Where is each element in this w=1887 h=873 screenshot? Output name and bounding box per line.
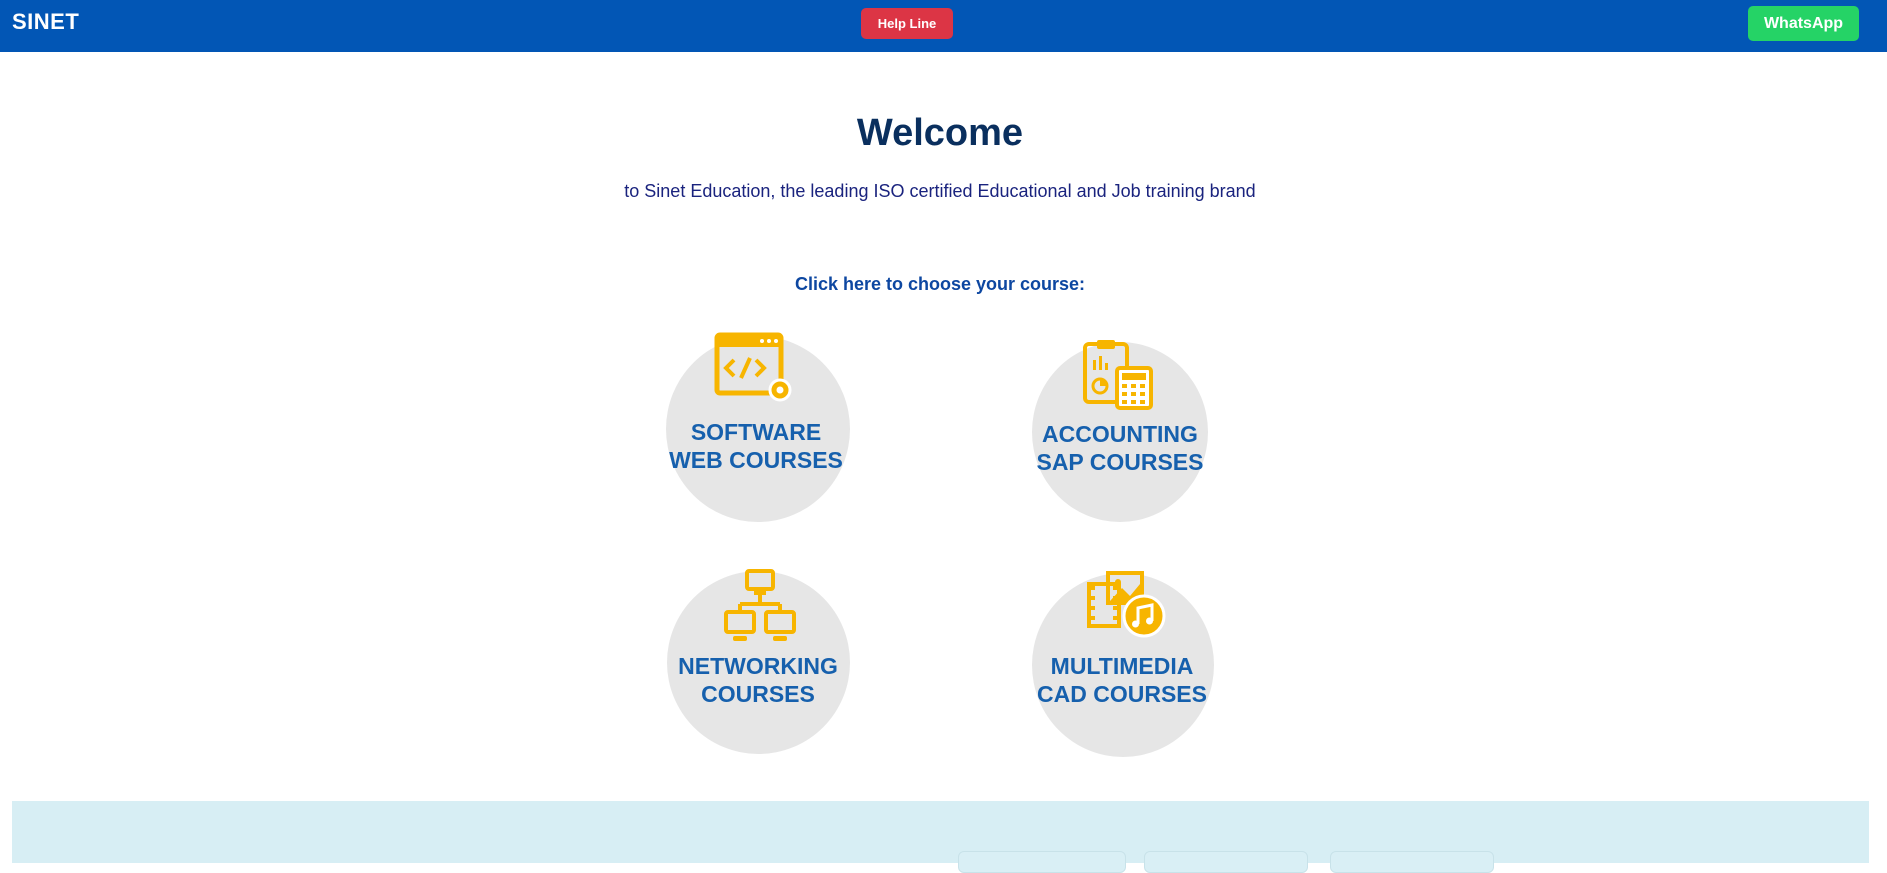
course-label: SOFTWARE WEB COURSES <box>662 418 850 474</box>
course-label-line2: WEB COURSES <box>669 447 843 473</box>
course-card-software-web[interactable]: SOFTWARE WEB COURSES <box>662 328 850 524</box>
top-navbar: SINET Help Line WhatsApp <box>0 0 1887 52</box>
course-label-line2: CAD COURSES <box>1037 681 1207 707</box>
course-card-multimedia-cad[interactable]: MULTIMEDIA CAD COURSES <box>1029 566 1215 758</box>
course-label-line1: ACCOUNTING <box>1042 421 1198 447</box>
help-line-button[interactable]: Help Line <box>861 8 953 39</box>
course-label-line1: NETWORKING <box>678 653 838 679</box>
course-label-line1: SOFTWARE <box>690 419 822 445</box>
whatsapp-button[interactable]: WhatsApp <box>1748 6 1859 41</box>
footer-card <box>1330 851 1494 873</box>
welcome-heading: Welcome <box>856 112 1024 154</box>
media-film-music-icon <box>1087 571 1166 638</box>
footer-card <box>1144 851 1308 873</box>
clipboard-calculator-icon <box>1083 340 1153 410</box>
course-label: MULTIMEDIA CAD COURSES <box>1029 652 1215 708</box>
footer-card <box>958 851 1126 873</box>
course-card-accounting-sap[interactable]: ACCOUNTING SAP COURSES <box>1029 332 1211 522</box>
welcome-tagline: to Sinet Education, the leading ISO cert… <box>624 181 1256 201</box>
choose-course-prompt: Click here to choose your course: <box>794 274 1086 294</box>
course-label: NETWORKING COURSES <box>664 652 852 708</box>
code-window-gear-icon <box>714 332 792 402</box>
course-label-line2: SAP COURSES <box>1036 449 1204 475</box>
course-label-line2: COURSES <box>701 681 815 707</box>
course-label: ACCOUNTING SAP COURSES <box>1029 420 1211 476</box>
course-label-line1: MULTIMEDIA <box>1050 653 1194 679</box>
course-card-networking[interactable]: NETWORKING COURSES <box>664 566 852 756</box>
brand-logo-link[interactable]: SINET <box>12 9 79 35</box>
footer-section <box>12 801 1869 863</box>
network-computers-icon <box>724 569 796 641</box>
